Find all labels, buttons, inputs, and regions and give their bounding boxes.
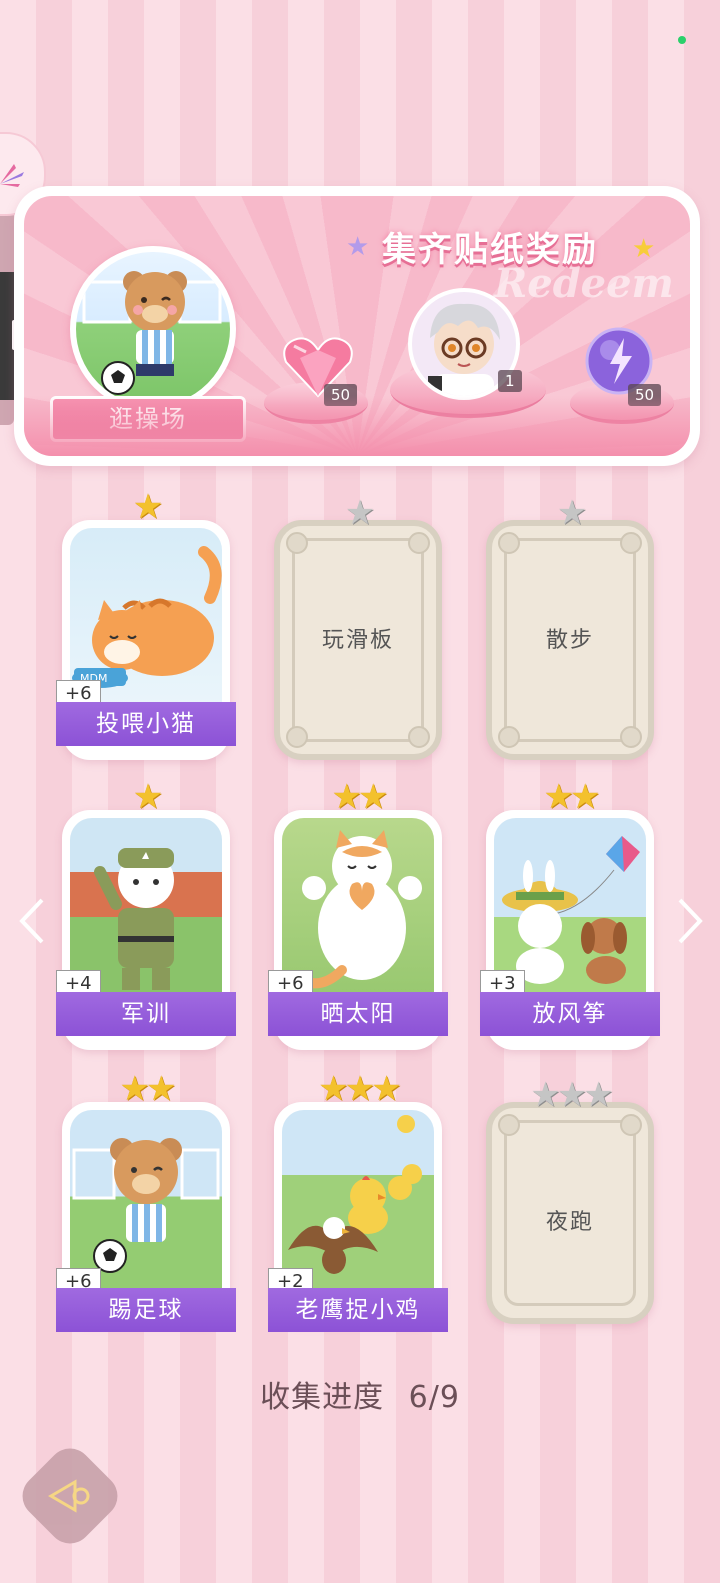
banner-title: 集齐贴纸奖励 <box>382 230 598 270</box>
frame-corner <box>286 726 308 748</box>
card-stars: ★★★ <box>492 1078 648 1112</box>
star-icon: ★ <box>530 1075 561 1115</box>
star-icon: ★ <box>119 1069 151 1109</box>
sticker-card[interactable]: ★★ +6 踢足球 <box>56 1072 236 1332</box>
card-name: 夜跑 <box>545 1210 594 1235</box>
frame-corner <box>620 726 642 748</box>
star-icon: ★ <box>146 1069 177 1109</box>
card-illustration <box>282 1110 434 1290</box>
star-icon: ★ <box>371 1069 402 1109</box>
star-icon: ★ <box>358 777 389 817</box>
star-icon: ★ <box>132 487 164 527</box>
sticker-card[interactable]: ★★ +3 放风筝 <box>480 780 660 1050</box>
star-icon: ★ <box>331 777 363 817</box>
frame-corner <box>408 532 430 554</box>
back-button[interactable] <box>13 1439 127 1553</box>
card-name: 军训 <box>56 992 236 1036</box>
card-stars: ★★ <box>274 780 442 814</box>
sticker-card-locked[interactable]: ★ 玩滑板 <box>274 496 442 760</box>
card-name: 投喂小猫 <box>56 702 236 746</box>
card-stars: ★★ <box>62 1072 230 1106</box>
location-label[interactable]: 逛操场 <box>50 396 246 442</box>
reward-count: 50 <box>324 384 358 406</box>
sticker-card[interactable]: ★★★ +2 老鹰捉小鸡 <box>268 1072 448 1332</box>
reward-count: 50 <box>628 384 662 406</box>
sticker-card[interactable]: ★ MDM +6 投喂小猫 <box>56 490 236 760</box>
card-name: 老鹰捉小鸡 <box>268 1288 448 1332</box>
frame-corner <box>498 726 520 748</box>
chevron-right-icon <box>678 898 703 944</box>
card-stars: ★ <box>492 496 648 530</box>
frame-corner <box>408 726 430 748</box>
progress-label: 收集进度 <box>260 1380 385 1415</box>
prev-page-arrow[interactable] <box>16 896 46 956</box>
fan-icon <box>0 164 24 187</box>
star-icon: ★ <box>344 493 376 533</box>
star-icon: ★ <box>543 777 575 817</box>
sticker-card[interactable]: ★★ +6 晒太阳 <box>268 780 448 1050</box>
card-stars: ★ <box>62 780 230 814</box>
star-decoration-icon: ★ <box>632 234 656 264</box>
bear-football-icon <box>82 271 222 395</box>
reward-banner: Redeem ★ ★ 集齐贴纸奖励 逛操场 50 1 50 <box>14 186 700 466</box>
location-avatar[interactable] <box>70 246 236 412</box>
frame-corner <box>620 1114 642 1136</box>
star-decoration-icon: ★ <box>346 232 370 262</box>
status-indicator <box>678 36 686 44</box>
next-page-arrow[interactable] <box>676 896 706 956</box>
card-name: 晒太阳 <box>268 992 448 1036</box>
star-icon: ★ <box>318 1069 349 1109</box>
frame-corner <box>286 532 308 554</box>
card-stars: ★★★ <box>274 1072 442 1106</box>
card-stars: ★ <box>280 496 436 530</box>
star-icon: ★ <box>132 777 164 817</box>
eagle-chicks-icon <box>288 1115 422 1274</box>
sticker-card-locked[interactable]: ★★★ 夜跑 <box>486 1078 654 1324</box>
back-arrow-icon <box>48 1479 90 1513</box>
collection-progress: 收集进度 6/9 <box>0 1372 720 1416</box>
star-icon: ★ <box>583 1075 614 1115</box>
reward-count: 1 <box>498 370 522 392</box>
sticker-card[interactable]: ★ +4 军训 <box>56 780 236 1050</box>
star-icon: ★ <box>556 493 588 533</box>
sticker-card-locked[interactable]: ★ 散步 <box>486 496 654 760</box>
card-stars: ★ <box>62 490 230 524</box>
frame-corner <box>498 532 520 554</box>
card-name: 踢足球 <box>56 1288 236 1332</box>
card-stars: ★★ <box>486 780 654 814</box>
star-icon: ★ <box>570 777 601 817</box>
card-illustration <box>70 1110 222 1290</box>
star-icon: ★ <box>344 1069 376 1109</box>
chevron-left-icon <box>19 898 44 944</box>
frame-corner <box>620 532 642 554</box>
frame-corner <box>498 1114 520 1136</box>
bear-football-icon <box>72 1138 220 1273</box>
card-name: 散步 <box>545 628 594 653</box>
star-icon: ★ <box>556 1075 588 1115</box>
card-name: 放风筝 <box>480 992 660 1036</box>
card-name: 玩滑板 <box>321 628 394 653</box>
progress-value: 6/9 <box>408 1380 460 1415</box>
